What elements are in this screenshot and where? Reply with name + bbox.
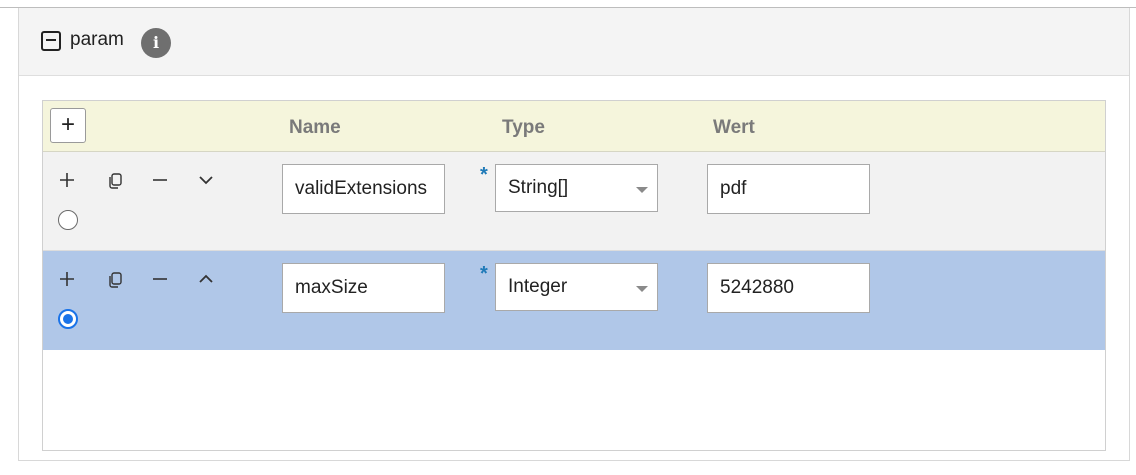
table-header: + Name Type Wert <box>43 101 1105 152</box>
value-input[interactable]: 5242880 <box>707 263 870 313</box>
dropdown-caret-icon <box>636 286 648 292</box>
dropdown-caret-icon <box>636 187 648 193</box>
panel-header: param i <box>19 8 1129 76</box>
table-row[interactable]: validExtensions * String[] pdf <box>43 152 1105 251</box>
panel-title: param <box>70 29 124 50</box>
row-select-radio[interactable] <box>58 210 78 230</box>
move-up-icon[interactable] <box>194 271 218 295</box>
row-select-radio[interactable] <box>58 309 78 329</box>
type-select[interactable]: Integer <box>495 263 658 311</box>
value-input[interactable]: pdf <box>707 164 870 214</box>
remove-row-icon[interactable] <box>148 271 172 295</box>
table-row[interactable]: maxSize * Integer 5242880 <box>43 251 1105 350</box>
duplicate-row-icon[interactable] <box>103 172 127 196</box>
type-select-value: Integer <box>508 276 568 297</box>
type-select-value: String[] <box>508 177 569 198</box>
type-select[interactable]: String[] <box>495 164 658 212</box>
param-table: + Name Type Wert validExtensions * Strin… <box>42 100 1106 451</box>
column-header-value: Wert <box>713 117 755 138</box>
add-row-button[interactable]: + <box>50 108 86 143</box>
insert-row-icon[interactable] <box>55 271 79 295</box>
duplicate-row-icon[interactable] <box>103 271 127 295</box>
remove-row-icon[interactable] <box>148 172 172 196</box>
required-marker: * <box>480 263 488 285</box>
column-header-name: Name <box>289 117 341 138</box>
required-marker: * <box>480 164 488 186</box>
name-input[interactable]: validExtensions <box>282 164 445 214</box>
column-header-type: Type <box>502 117 545 138</box>
name-input[interactable]: maxSize <box>282 263 445 313</box>
collapse-toggle-icon[interactable] <box>41 31 61 51</box>
move-down-icon[interactable] <box>194 172 218 196</box>
info-icon[interactable]: i <box>141 28 171 58</box>
insert-row-icon[interactable] <box>55 172 79 196</box>
